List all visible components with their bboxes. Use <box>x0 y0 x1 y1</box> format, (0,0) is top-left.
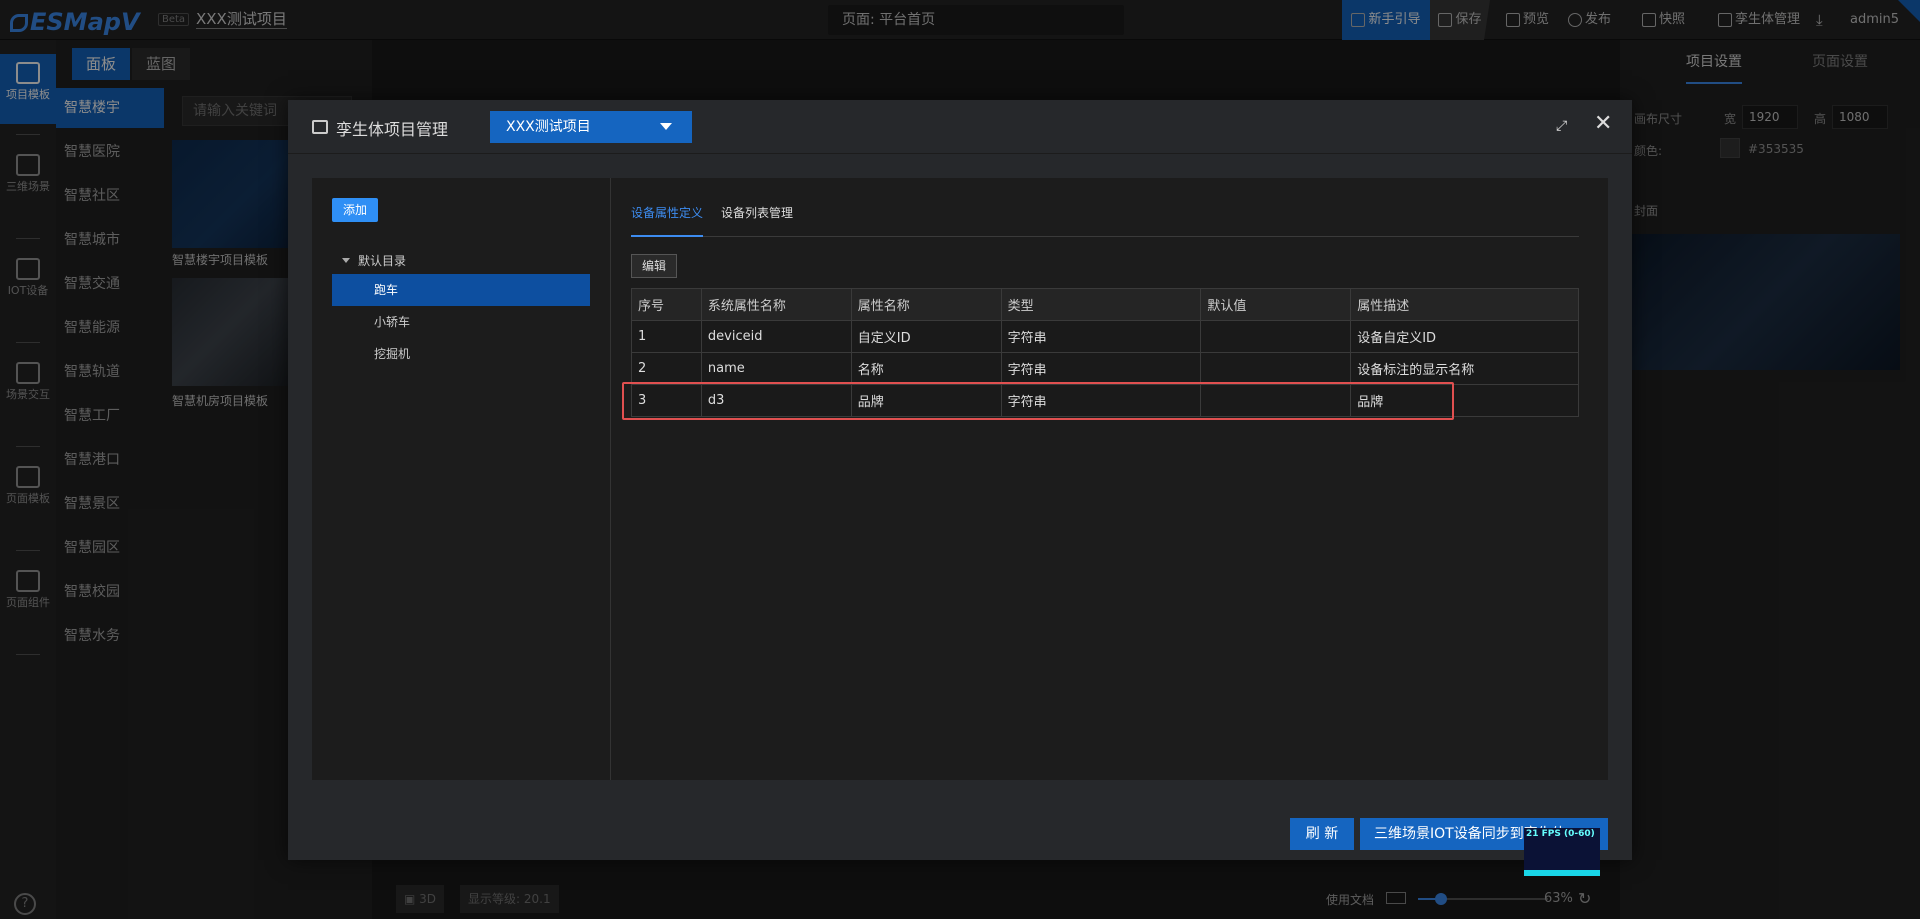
column-header: 属性描述 <box>1350 288 1579 321</box>
column-header: 属性名称 <box>850 288 1002 321</box>
column-header: 默认值 <box>1200 288 1352 321</box>
column-header: 类型 <box>1000 288 1202 321</box>
tab-device-list[interactable]: 设备列表管理 <box>721 204 793 221</box>
caret-down-icon <box>342 258 350 263</box>
column-header: 系统属性名称 <box>700 288 852 321</box>
maximize-icon[interactable]: ⤢ <box>1556 118 1567 134</box>
table-cell <box>1200 320 1352 353</box>
column-header: 序号 <box>631 288 702 321</box>
table-cell <box>1200 352 1352 385</box>
table-cell: 设备标注的显示名称 <box>1350 352 1579 385</box>
fps-bar <box>1524 870 1600 876</box>
table-cell: deviceid <box>700 320 852 353</box>
modal-title: 孪生体项目管理 <box>336 120 449 139</box>
fps-monitor: 21 FPS (0-60) <box>1524 828 1600 876</box>
fps-label: 21 FPS (0-60) <box>1526 829 1595 839</box>
table-cell: 2 <box>631 352 702 385</box>
device-content: 设备属性定义 设备列表管理 编辑 序号 系统属性名称 属性名称 类型 默认值 属… <box>611 178 1608 780</box>
tree-root[interactable]: 默认目录 <box>342 252 406 269</box>
edit-button[interactable]: 编辑 <box>631 254 677 278</box>
table-row[interactable]: 2 name 名称 字符串 设备标注的显示名称 <box>631 352 1579 385</box>
twin-project-modal: 孪生体项目管理 XXX测试项目 ⤢ ✕ 添加 默认目录 跑车 小轿车 挖掘机 设… <box>288 100 1632 860</box>
tree-root-label: 默认目录 <box>358 254 407 268</box>
tab-attribute-definition[interactable]: 设备属性定义 <box>631 204 703 221</box>
project-dropdown-value: XXX测试项目 <box>506 119 591 135</box>
table-row[interactable]: 1 deviceid 自定义ID 字符串 设备自定义ID <box>631 320 1579 353</box>
table-cell: name <box>700 352 852 385</box>
table-header: 序号 系统属性名称 属性名称 类型 默认值 属性描述 <box>631 288 1579 321</box>
tree-node[interactable]: 挖掘机 <box>332 338 590 370</box>
close-icon[interactable]: ✕ <box>1594 112 1612 136</box>
refresh-button[interactable]: 刷 新 <box>1290 818 1354 850</box>
modal-footer: 刷 新 三维场景IOT设备同步到孪生体 <box>288 806 1632 860</box>
modal-header: 孪生体项目管理 XXX测试项目 ⤢ ✕ <box>288 100 1632 154</box>
table-cell: 1 <box>631 320 702 353</box>
twin-icon <box>312 120 328 134</box>
highlight-box <box>622 382 1454 420</box>
project-dropdown[interactable]: XXX测试项目 <box>490 111 692 143</box>
tree-node[interactable]: 小轿车 <box>332 306 590 338</box>
table-cell: 设备自定义ID <box>1350 320 1579 353</box>
table-cell: 自定义ID <box>850 320 1002 353</box>
caret-down-icon <box>660 123 672 130</box>
tab-divider <box>631 236 1579 237</box>
add-button[interactable]: 添加 <box>332 198 378 222</box>
modal-body: 添加 默认目录 跑车 小轿车 挖掘机 设备属性定义 设备列表管理 编辑 序号 系… <box>312 178 1608 780</box>
table-cell: 字符串 <box>1000 320 1202 353</box>
tab-indicator <box>631 235 703 237</box>
table-cell: 字符串 <box>1000 352 1202 385</box>
table-cell: 名称 <box>850 352 1002 385</box>
category-tree: 添加 默认目录 跑车 小轿车 挖掘机 <box>312 178 611 780</box>
tree-node[interactable]: 跑车 <box>332 274 590 306</box>
